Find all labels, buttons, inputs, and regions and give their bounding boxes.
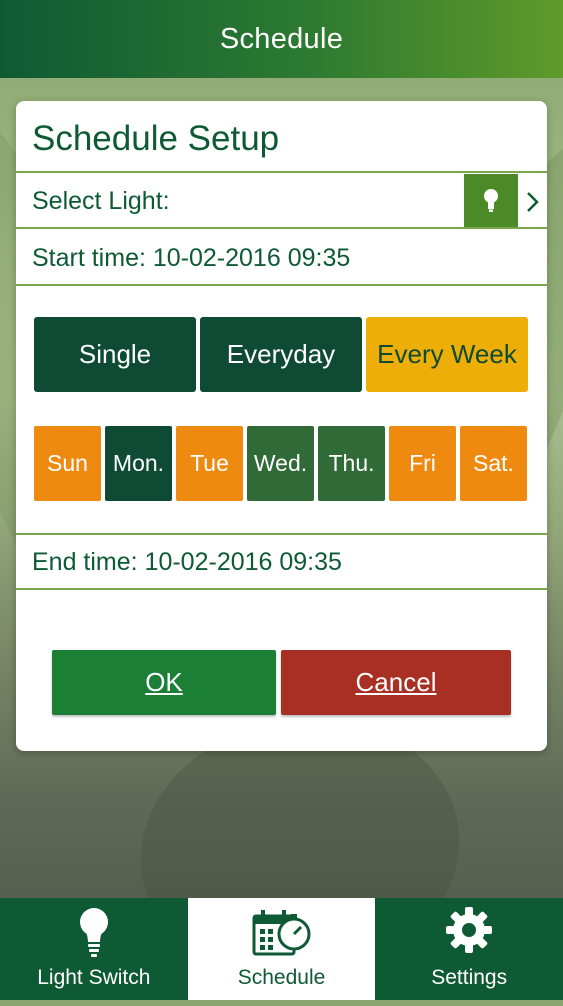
divider [16,533,547,535]
calendar-stopwatch-icon [252,910,310,956]
divider [16,588,547,590]
day-mon-button[interactable]: Mon. [105,426,172,501]
mode-single-button[interactable]: Single [34,317,196,392]
lightbulb-icon [484,189,498,212]
gear-icon [446,907,493,953]
schedule-setup-dialog: Schedule Setup Select Light: Start time:… [16,101,547,751]
tab-label: Light Switch [37,966,151,989]
cancel-button[interactable]: Cancel [281,650,511,715]
tab-light-switch[interactable]: Light Switch [0,898,188,1000]
start-time-field[interactable]: Start time: 10-02-2016 09:35 [32,244,350,273]
day-sun-button[interactable]: Sun [34,426,101,501]
day-tue-button[interactable]: Tue [176,426,243,501]
divider [16,284,547,286]
end-time-field[interactable]: End time: 10-02-2016 09:35 [32,548,342,577]
divider [16,171,547,173]
ok-button[interactable]: OK [52,650,276,715]
tab-label: Schedule [237,966,326,989]
app-header: Schedule [0,0,563,78]
day-wed-button[interactable]: Wed. [247,426,314,501]
select-light-button[interactable] [464,174,518,228]
day-thu-button[interactable]: Thu. [318,426,385,501]
app-title: Schedule [219,22,344,55]
divider [16,227,547,229]
mode-everyday-button[interactable]: Everyday [200,317,362,392]
tab-schedule[interactable]: Schedule [187,898,376,1000]
day-fri-button[interactable]: Fri [389,426,456,501]
mode-every-week-button[interactable]: Every Week [366,317,528,392]
dialog-title: Schedule Setup [32,119,280,158]
chevron-right-icon[interactable] [521,189,543,215]
bottom-navigation: Light Switch Schedule Settings [0,898,563,1000]
day-sat-button[interactable]: Sat. [460,426,527,501]
tab-label: Settings [431,966,508,989]
tab-settings[interactable]: Settings [375,898,563,1000]
lightbulb-icon [79,908,108,957]
select-light-label: Select Light: [32,187,170,215]
